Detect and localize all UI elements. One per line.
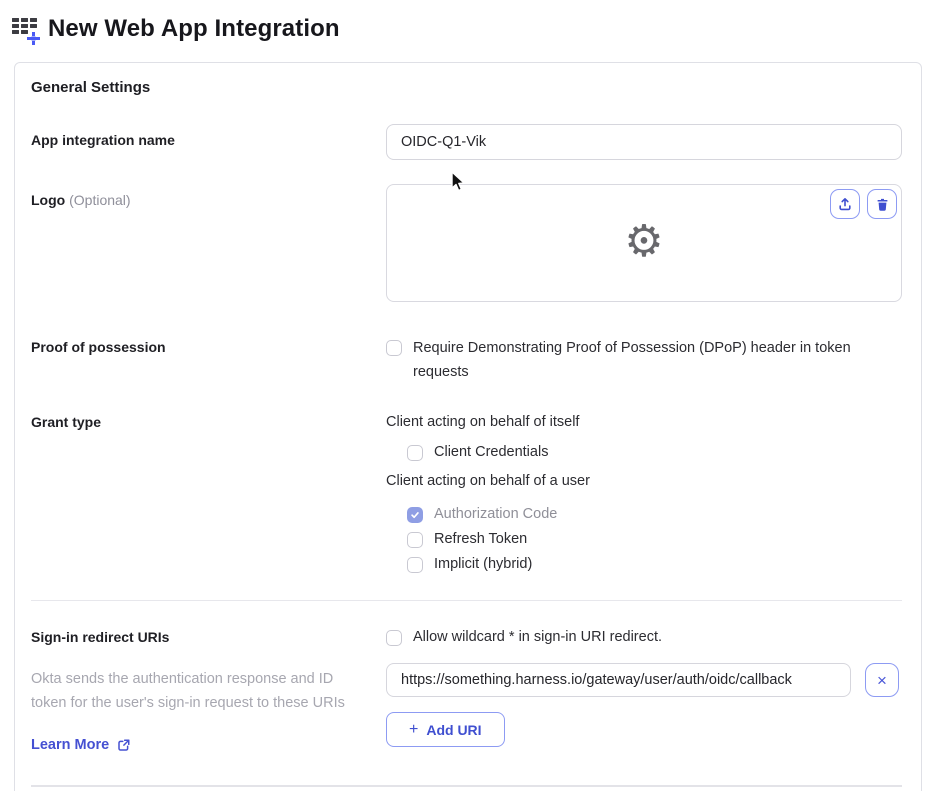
logo-label: Logo (Optional) (31, 192, 131, 208)
plus-icon (26, 30, 41, 46)
implicit-hybrid-label: Implicit (hybrid) (434, 556, 533, 572)
refresh-token-checkbox[interactable] (407, 532, 423, 548)
dpop-checkbox-label: Require Demonstrating Proof of Possessio… (413, 340, 851, 380)
logo-dropzone[interactable]: ⚙ (386, 184, 902, 302)
page-header: New Web App Integration (0, 0, 937, 46)
proof-label: Proof of possession (31, 339, 166, 355)
card-heading: General Settings (31, 79, 151, 96)
redirect-uri-input[interactable] (386, 663, 851, 697)
checkmark-icon (411, 512, 419, 519)
page-title: New Web App Integration (48, 15, 340, 42)
bottom-divider (31, 785, 902, 787)
redirect-uris-controls: Allow wildcard * in sign-in URI redirect… (386, 629, 902, 747)
plus-icon: + (409, 720, 419, 738)
app-name-input[interactable] (386, 124, 902, 160)
remove-uri-button[interactable]: × (865, 663, 899, 697)
redirect-uri-line: × (386, 663, 902, 697)
grant-type-row: Grant type Client acting on behalf of it… (31, 414, 902, 573)
external-link-icon (118, 739, 130, 751)
general-settings-card: General Settings App integration name Lo… (14, 62, 922, 791)
redirect-help-text: Okta sends the authentication response a… (31, 671, 345, 711)
app-grid-plus-icon (12, 16, 41, 46)
wildcard-checkbox-label: Allow wildcard * in sign-in URI redirect… (413, 629, 662, 645)
grant-subheading-itself: Client acting on behalf of itself (386, 414, 580, 430)
logo-row: Logo (Optional) ⚙ (31, 184, 902, 302)
delete-logo-button[interactable] (867, 189, 897, 219)
grant-subheading-user: Client acting on behalf of a user (386, 473, 590, 489)
grant-option-implicit: Implicit (hybrid) (407, 556, 902, 573)
logo-optional-label: (Optional) (69, 192, 131, 208)
authorization-code-checkbox[interactable] (407, 507, 423, 523)
grant-type-label: Grant type (31, 414, 102, 430)
authorization-code-label: Authorization Code (434, 506, 558, 522)
client-credentials-checkbox[interactable] (407, 445, 423, 461)
upload-icon (839, 198, 851, 211)
grant-option-refresh-token: Refresh Token (407, 531, 902, 548)
grant-option-client-credentials: Client Credentials (407, 444, 902, 461)
close-icon: × (877, 670, 887, 690)
app-name-row: App integration name (31, 124, 902, 160)
implicit-hybrid-checkbox[interactable] (407, 557, 423, 573)
trash-icon (877, 198, 887, 211)
section-divider (31, 600, 902, 601)
gear-icon: ⚙ (624, 217, 664, 267)
redirect-uris-label: Sign-in redirect URIs (31, 629, 170, 645)
redirect-uris-row: Sign-in redirect URIs Okta sends the aut… (31, 629, 902, 754)
dpop-checkbox[interactable] (386, 340, 402, 356)
grant-option-authorization-code: Authorization Code (407, 506, 902, 523)
wildcard-checkbox[interactable] (386, 630, 402, 646)
upload-logo-button[interactable] (830, 189, 860, 219)
add-uri-button[interactable]: + Add URI (386, 712, 505, 747)
learn-more-link[interactable]: Learn More (31, 737, 131, 753)
app-name-label: App integration name (31, 132, 175, 148)
proof-of-possession-row: Proof of possession Require Demonstratin… (31, 339, 902, 384)
client-credentials-label: Client Credentials (434, 444, 549, 460)
grant-type-group: Client acting on behalf of itself Client… (386, 414, 902, 573)
refresh-token-label: Refresh Token (434, 531, 528, 547)
